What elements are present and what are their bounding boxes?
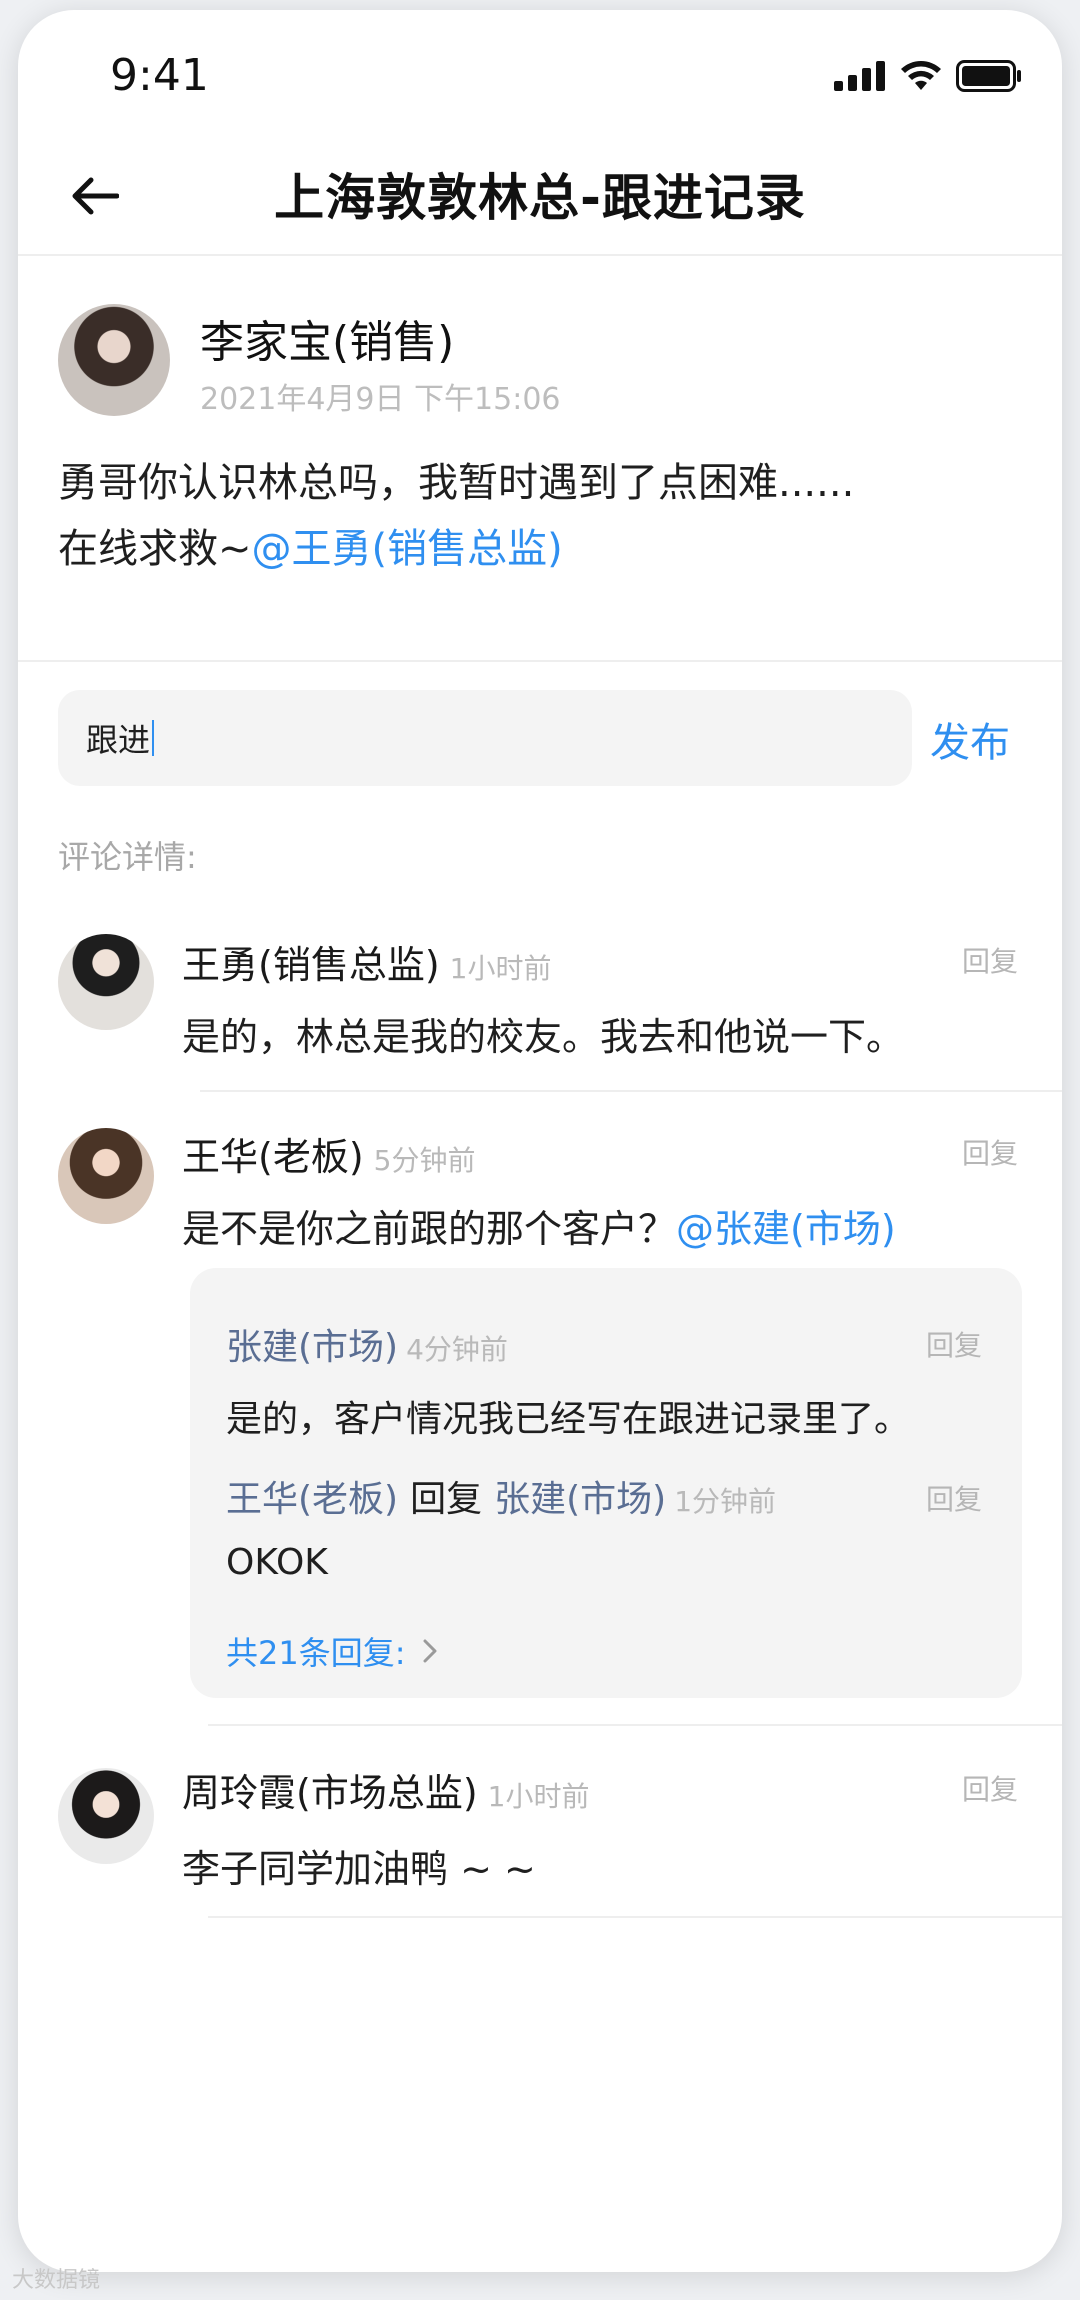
reply-button[interactable]: 回复	[926, 1324, 982, 1364]
comment-time: 1小时前	[487, 1780, 590, 1813]
text-caret	[152, 720, 155, 756]
reply-action: 回复	[410, 1479, 483, 1520]
post-time: 2021年4月9日 下午15:06	[200, 382, 561, 417]
reply-author-line: 张建(市场) 4分钟前	[226, 1318, 508, 1370]
chevron-right-icon	[423, 1639, 437, 1663]
reply-content: OKOK	[226, 1542, 328, 1583]
reply-button[interactable]: 回复	[962, 940, 1018, 980]
reply-author[interactable]: 王华(老板)	[226, 1479, 398, 1520]
divider	[208, 1724, 1062, 1726]
reply-target[interactable]: 张建(市场)	[494, 1479, 666, 1520]
signal-icon	[834, 61, 885, 91]
post-author-avatar[interactable]	[58, 304, 170, 416]
reply-button[interactable]: 回复	[962, 1768, 1018, 1808]
comment-mention[interactable]: @张建(市场)	[676, 1207, 896, 1251]
comment-content: 是的，林总是我的校友。我去和他说一下。	[182, 1015, 905, 1059]
comment-avatar[interactable]	[58, 1128, 154, 1224]
post-content-line1: 勇哥你认识林总吗，我暂时遇到了点困难......	[58, 460, 855, 506]
reply-content: 是的，客户情况我已经写在跟进记录里了。	[226, 1399, 911, 1440]
post-content-text: 在线求救~	[58, 526, 252, 572]
comment-author-line: 王勇(销售总监) 1小时前	[182, 934, 551, 989]
phone-screen: 9:41 上海敦敦林总-跟进记录 李家宝(销售) 2021年4月9日 下午15:…	[18, 10, 1062, 2272]
comment-author[interactable]: 王华(老板)	[182, 1135, 364, 1179]
comment-item: 王华(老板) 5分钟前 回复 是不是你之前跟的那个客户？@张建(市场)	[18, 1112, 1062, 1262]
comment-content: 李子同学加油鸭 ~ ~	[182, 1847, 536, 1891]
post-content-line2: 在线求救~@王勇(销售总监)	[58, 516, 1022, 582]
reply-thread: 张建(市场) 4分钟前 回复 是的，客户情况我已经写在跟进记录里了。 王华(老板)…	[190, 1268, 1022, 1698]
divider	[200, 1090, 1062, 1092]
comment-time: 1小时前	[449, 952, 552, 985]
nav-bar: 上海敦敦林总-跟进记录	[18, 128, 1062, 256]
post-mention[interactable]: @王勇(销售总监)	[252, 526, 563, 572]
status-time: 9:41	[110, 50, 209, 101]
comment-avatar[interactable]	[58, 934, 154, 1030]
reply-button[interactable]: 回复	[962, 1132, 1018, 1172]
comment-content: 是不是你之前跟的那个客户？@张建(市场)	[182, 1198, 896, 1253]
status-icons	[834, 60, 1022, 92]
page-title: 上海敦敦林总-跟进记录	[274, 169, 806, 227]
publish-button[interactable]: 发布	[930, 710, 1010, 768]
reply-button[interactable]: 回复	[926, 1478, 982, 1518]
comments-section-label: 评论详情:	[58, 838, 197, 876]
comment-author[interactable]: 周玲霞(市场总监)	[182, 1771, 478, 1815]
post-content: 勇哥你认识林总吗，我暂时遇到了点困难...... 在线求救~@王勇(销售总监)	[58, 450, 1022, 582]
comment-author-line: 周玲霞(市场总监) 1小时前	[182, 1762, 589, 1817]
reply-author[interactable]: 张建(市场)	[226, 1327, 398, 1368]
total-replies-label: 共21条回复:	[226, 1634, 406, 1672]
comment-item: 王勇(销售总监) 1小时前 回复 是的，林总是我的校友。我去和他说一下。	[18, 920, 1062, 1070]
comment-author-line: 王华(老板) 5分钟前	[182, 1126, 475, 1181]
post-author[interactable]: 李家宝(销售)	[200, 306, 454, 370]
follow-input[interactable]: 跟进	[58, 690, 912, 786]
post-card: 李家宝(销售) 2021年4月9日 下午15:06 勇哥你认识林总吗，我暂时遇到…	[18, 258, 1062, 662]
wifi-icon	[901, 61, 941, 90]
watermark: 大数据镜	[12, 2268, 101, 2293]
follow-input-value: 跟进	[86, 721, 151, 759]
comment-item: 周玲霞(市场总监) 1小时前 回复 李子同学加油鸭 ~ ~	[18, 1748, 1062, 1908]
divider	[208, 1916, 1062, 1918]
comment-text: 是不是你之前跟的那个客户？	[182, 1207, 677, 1251]
reply-time: 4分钟前	[406, 1333, 508, 1366]
comment-avatar[interactable]	[58, 1768, 154, 1864]
follow-input-row: 跟进 发布	[58, 690, 1022, 786]
status-bar: 9:41	[18, 10, 1062, 130]
view-all-replies[interactable]: 共21条回复:	[226, 1628, 438, 1674]
battery-icon	[956, 60, 1021, 92]
reply-author-line: 王华(老板) 回复 张建(市场) 1分钟前	[226, 1470, 776, 1522]
comment-time: 5分钟前	[373, 1144, 476, 1177]
reply-time: 1分钟前	[674, 1485, 777, 1518]
comment-author[interactable]: 王勇(销售总监)	[182, 943, 440, 987]
